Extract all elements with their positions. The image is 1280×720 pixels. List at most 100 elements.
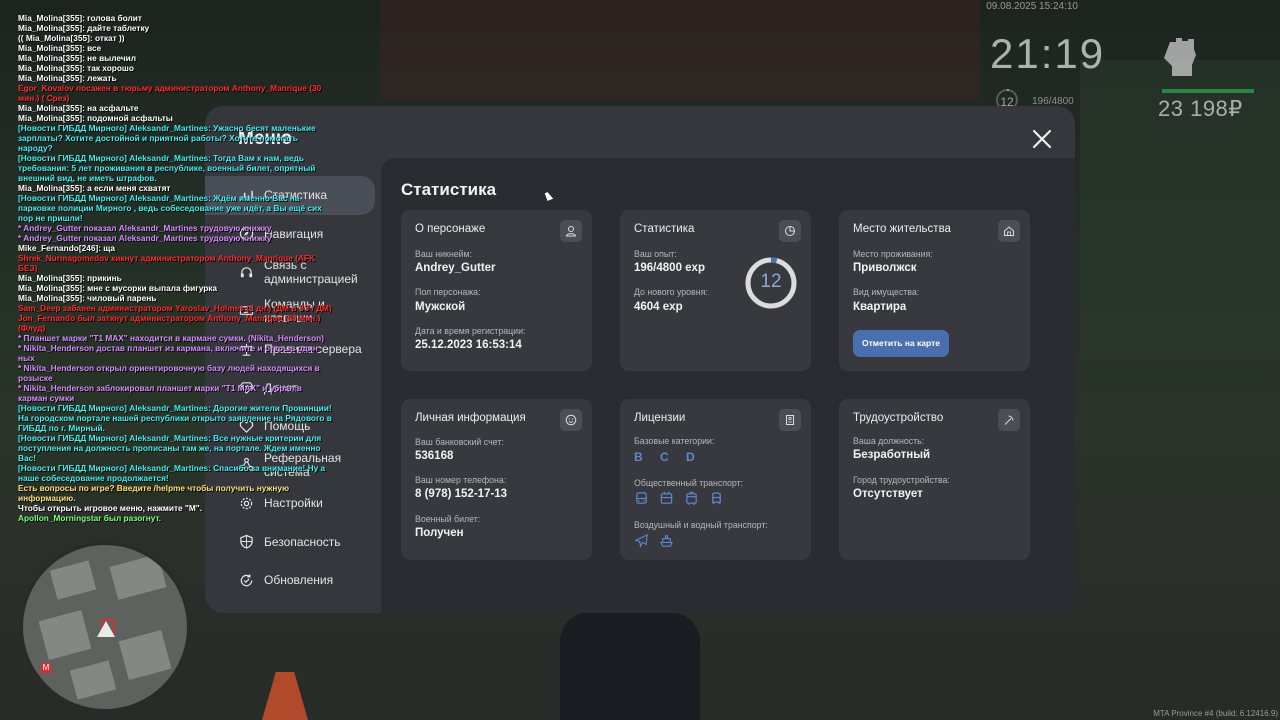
- exp-value: 196/4800 exp: [634, 262, 705, 274]
- chat-line: * Планшет марки "T1 MAX" находится в кар…: [18, 333, 325, 343]
- bus-icon: [636, 492, 647, 504]
- menu-window: Меню Статистика Навигация Связь с админи…: [205, 106, 1075, 613]
- base-categories-value: B C D: [634, 450, 702, 464]
- mark-on-map-button[interactable]: Отметить на карте: [853, 330, 949, 357]
- chat-line: Sam_Deep забанен администратором Yarosla…: [18, 303, 332, 313]
- chat-line: Mia_Molina[355]: подомной асфальты: [18, 113, 173, 123]
- registration-label: Дата и время регистрации:: [415, 326, 526, 336]
- bank-value: 536168: [415, 450, 454, 462]
- user-icon: [560, 220, 582, 242]
- chat-line: * Nikita_Henderson открыл ориентировочну…: [18, 363, 320, 383]
- chat-line: [Новости ГИБДД Мирного] Aleksandr_Martin…: [18, 403, 332, 433]
- ship-icon: [659, 535, 674, 547]
- card-title: Личная информация: [415, 412, 526, 424]
- nickname-label: Ваш никнейм:: [415, 249, 473, 259]
- next-level-value: 4604 exp: [634, 301, 683, 313]
- nickname-value: Andrey_Gutter: [415, 262, 496, 274]
- sidebar-item-label: Безопасность: [264, 534, 341, 549]
- chat-line: Mia_Molina[355]: на асфальте: [18, 103, 139, 113]
- sidebar-item-security[interactable]: Безопасность: [205, 523, 381, 562]
- card-title: Лицензии: [634, 412, 686, 424]
- refresh-icon: [240, 574, 253, 587]
- level-value: 12: [760, 271, 782, 292]
- hud-money: 23 198₽: [1158, 96, 1243, 121]
- money-bar: [1162, 89, 1254, 93]
- exp-label: Ваш опыт:: [634, 249, 677, 259]
- chat-line: * Andrey_Gutter показал Aleksandr_Martin…: [18, 233, 272, 243]
- bank-label: Ваш банковский счет:: [415, 437, 504, 447]
- license-icon: [779, 409, 801, 431]
- phone-label: Ваш номер телефона:: [415, 475, 507, 485]
- chat-line: Egor_Kovalov посажен в тюрьму администра…: [18, 83, 322, 103]
- next-level-label: До нового уровня:: [634, 287, 708, 297]
- face-icon: [560, 409, 582, 431]
- chat-line: [Новости ГИБДД Мирного] Aleksandr_Martin…: [18, 433, 322, 463]
- pickaxe-icon: [998, 409, 1020, 431]
- base-categories-label: Базовые категории:: [634, 436, 715, 446]
- close-icon[interactable]: [1031, 128, 1053, 150]
- chat-line: * Andrey_Gutter показал Aleksandr_Martin…: [18, 223, 272, 233]
- chat-line: Jon_Fernando был заткнут администратором…: [18, 313, 321, 333]
- chat-line: [Новости ГИБДД Мирного] Aleksandr_Martin…: [18, 123, 316, 153]
- chat-line: Mia_Molina[355]: а если меня схватят: [18, 183, 171, 193]
- chat-line: (( Mia_Molina[355]: откат )): [18, 33, 125, 43]
- chat-line: Mia_Molina[355]: не вылечил: [18, 53, 137, 63]
- chat-line: [Новости ГИБДД Мирного] Aleksandr_Martin…: [18, 193, 322, 223]
- card-residence: Место жительства Место проживания: Приво…: [839, 210, 1030, 371]
- gender-value: Мужской: [415, 301, 466, 313]
- chat-line: [Новости ГИБДД Мирного] Aleksandr_Martin…: [18, 153, 316, 183]
- chat-line: * Nikita_Henderson достав планшет из кар…: [18, 343, 318, 363]
- military-label: Военный билет:: [415, 514, 481, 524]
- card-statistics: Статистика Ваш опыт: 196/4800 exp До нов…: [620, 210, 811, 371]
- card-character: О персонаже Ваш никнейм: Andrey_Gutter П…: [401, 210, 592, 371]
- metro-icon: M: [41, 663, 51, 673]
- minimap: M: [20, 542, 190, 712]
- card-employment: Трудоустройство Ваша должность: Безработ…: [839, 399, 1030, 560]
- chat-line: Mia_Molina[355]: лежать: [18, 73, 117, 83]
- page-title: Статистика: [401, 180, 497, 199]
- tram-icon: [686, 491, 697, 506]
- sidebar-item-updates[interactable]: Обновления: [205, 561, 381, 600]
- home-icon: [998, 220, 1020, 242]
- position-label: Ваша должность:: [853, 436, 925, 446]
- chat-line: Mike_Fernando[246]: ща: [18, 243, 116, 253]
- sidebar-item-label: Обновления: [264, 573, 334, 588]
- chat-line: Mia_Molina[355]: дайте таблетку: [18, 23, 150, 33]
- registration-value: 25.12.2023 16:53:14: [415, 339, 522, 351]
- card-licenses: Лицензии Базовые категории: B C D Общест…: [620, 399, 811, 560]
- build-info: MTA Province #4 (build: 6.12416.9): [1153, 709, 1278, 718]
- card-title: Трудоустройство: [853, 412, 944, 424]
- property-label: Вид имущества:: [853, 287, 920, 297]
- shield-icon: [240, 534, 253, 549]
- chat-line: Mia_Molina[355]: все: [18, 43, 102, 53]
- hud-datetime: 09.08.2025 15:24:10: [986, 1, 1078, 12]
- metro-train-icon: [712, 492, 721, 505]
- chat-line: Mia_Molina[355]: так хорошо: [18, 63, 134, 73]
- chat-line: Mia_Molina[355]: прикинь: [18, 273, 122, 283]
- military-value: Получен: [415, 527, 464, 539]
- background-building: [380, 0, 980, 100]
- chat-line: Есть вопросы по игре? Введите /helpme чт…: [18, 483, 290, 503]
- card-title: Место жительства: [853, 223, 951, 235]
- property-value: Квартира: [853, 301, 907, 313]
- chat-line: Mia_Molina[355]: мне с мусорки выпала фи…: [18, 283, 218, 293]
- position-value: Безработный: [853, 449, 931, 461]
- card-title: Статистика: [634, 223, 695, 235]
- air-water-transport-label: Воздушный и водный транспорт:: [634, 520, 768, 530]
- chat-line: * Nikita_Henderson заблокировал планшет …: [18, 383, 302, 403]
- player-arrow-icon: [97, 621, 115, 637]
- pie-chart-icon: [779, 220, 801, 242]
- fist-icon: [1164, 38, 1196, 76]
- gender-label: Пол персонажа:: [415, 287, 481, 297]
- trolleybus-icon: [660, 491, 673, 504]
- hud-clock: 21:19: [990, 30, 1106, 77]
- chat-line: Mia_Molina[355]: голова болит: [18, 13, 142, 23]
- content-panel: Статистика О персонаже Ваш никнейм: Andr…: [381, 158, 1075, 613]
- chat-line: Чтобы открыть игровое меню, нажмите "M".: [18, 503, 203, 513]
- player-character: [560, 612, 700, 720]
- city-value: Отсутствует: [853, 488, 923, 500]
- residence-label: Место проживания:: [853, 249, 933, 259]
- chat-log: Mia_Molina[355]: голова болит Mia_Molina[…: [18, 13, 333, 523]
- public-transport-label: Общественный транспорт:: [634, 478, 744, 488]
- card-title: О персонаже: [415, 223, 486, 235]
